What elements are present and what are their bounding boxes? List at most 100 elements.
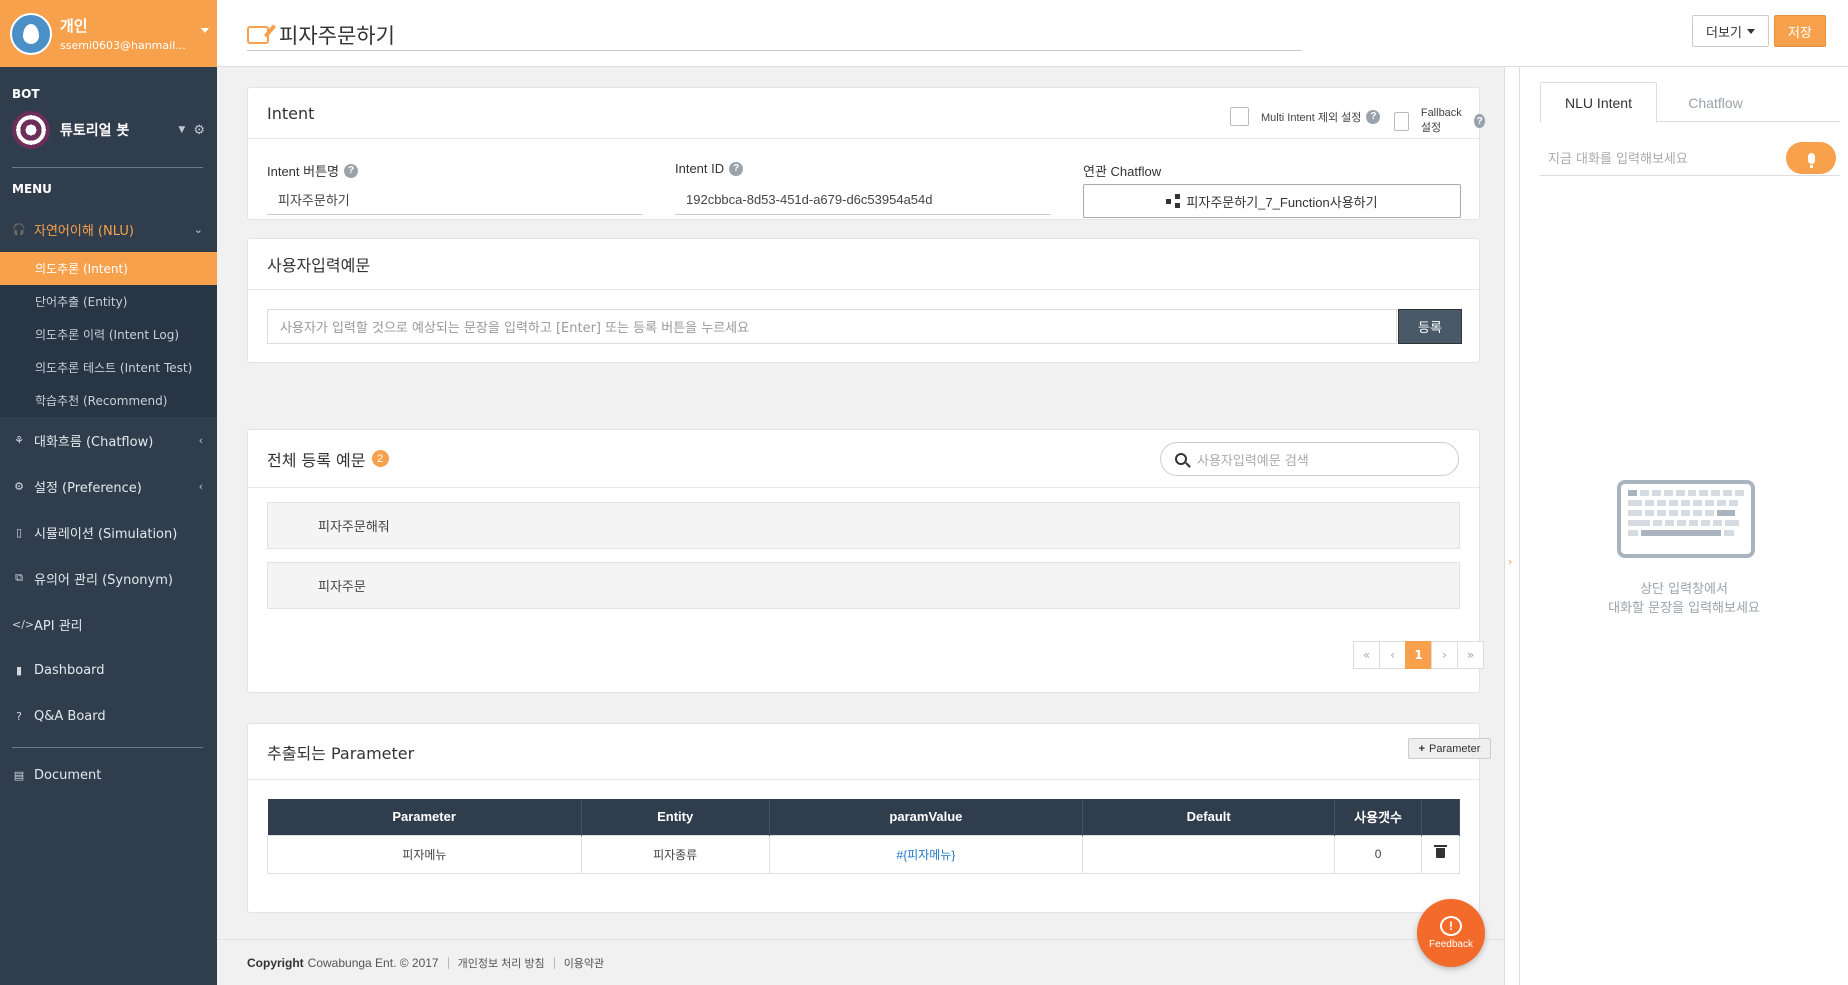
help-icon[interactable]: ? — [1474, 114, 1485, 128]
param-name-cell[interactable]: 피자메뉴 — [267, 834, 582, 874]
table-header-row: Parameter Entity paramValue Default 사용갯수 — [267, 799, 1460, 835]
count-badge: 2 — [371, 450, 389, 467]
list-item[interactable]: 피자주문 — [267, 562, 1460, 609]
related-chatflow-button[interactable]: 피자주문하기_7_Function사용하기 — [1083, 184, 1461, 218]
sidebar-item-intent[interactable]: 의도추론 (Intent) — [0, 252, 217, 285]
multi-intent-checkbox[interactable] — [1230, 107, 1249, 126]
main-content: Intent Multi Intent 제외 설정 ? Fallback 설정 … — [217, 67, 1504, 985]
column-header: Entity — [581, 799, 770, 835]
intent-card-header: Intent Multi Intent 제외 설정 ? Fallback 설정 … — [248, 88, 1485, 139]
plus-icon: + — [1418, 742, 1426, 755]
parameter-card-header: 추출되는 Parameter + Parameter — [248, 724, 1491, 780]
sidebar-item-label: Q&A Board — [34, 708, 106, 724]
chatflow-icon: ⚘ — [14, 433, 24, 447]
page-button[interactable]: 1 — [1405, 641, 1432, 669]
param-default-cell[interactable] — [1082, 834, 1336, 874]
last-page-button[interactable]: » — [1457, 641, 1484, 669]
sidebar-item-dashboard[interactable]: ▮ Dashboard — [0, 647, 217, 693]
sidebar-item-qna[interactable]: ? Q&A Board — [0, 693, 217, 739]
intent-id-input[interactable]: 192cbbca-8d53-451d-a679-d6c53954a54d — [675, 185, 1051, 215]
sidebar-divider — [12, 747, 203, 748]
page-title: 피자주문하기 — [279, 24, 395, 48]
privacy-link[interactable]: 개인정보 처리 방침 — [458, 955, 545, 971]
save-button[interactable]: 저장 — [1774, 15, 1826, 47]
sidebar-item-label: 자연어이해 (NLU) — [34, 223, 134, 239]
chat-input[interactable]: 지금 대화를 입력해보세요 — [1540, 140, 1840, 176]
sidebar-item-api[interactable]: </> API 관리 — [0, 601, 217, 647]
sidebar-item-entity[interactable]: 단어추출 (Entity) — [0, 285, 217, 318]
caret-down-icon[interactable] — [201, 28, 209, 33]
field-label-text: 연관 Chatflow — [1083, 164, 1162, 179]
footer-separator — [553, 956, 555, 969]
bot-selector[interactable]: 튜토리얼 봇 ▼ ⚙ — [0, 107, 217, 153]
add-parameter-button[interactable]: + Parameter — [1408, 738, 1491, 759]
parameter-table: Parameter Entity paramValue Default 사용갯수… — [267, 799, 1460, 874]
menu-section-label: MENU — [12, 182, 52, 196]
intent-button-name-input[interactable]: 피자주문하기 — [267, 185, 643, 215]
sidebar-item-label: Dashboard — [34, 662, 105, 678]
feedback-button[interactable]: ! Feedback — [1417, 899, 1485, 967]
sidebar-item-intent-log[interactable]: 의도추론 이력 (Intent Log) — [0, 318, 217, 351]
keyboard-row — [1628, 500, 1744, 506]
keyboard-row — [1628, 490, 1745, 496]
sidebar-item-synonym[interactable]: ⧉ 유의어 관리 (Synonym) — [0, 555, 217, 601]
column-header — [1421, 799, 1460, 835]
tab-chatflow[interactable]: Chatflow — [1657, 82, 1774, 123]
keyboard-row — [1628, 520, 1744, 526]
related-chatflow-label: 연관 Chatflow — [1083, 161, 1161, 180]
sidebar-item-document[interactable]: ▤ Document — [0, 752, 217, 798]
sidebar-item-label: Document — [34, 767, 102, 783]
bot-name: 튜토리얼 봇 — [60, 123, 130, 139]
panel-divider[interactable]: › — [1504, 67, 1520, 985]
next-page-button[interactable]: › — [1431, 641, 1458, 669]
all-utterances-header: 전체 등록 예문 2 사용자입력예문 검색 — [248, 430, 1479, 488]
panel-tabs: NLU Intent Chatflow — [1540, 82, 1840, 123]
sidebar: 개인 ssemi0603@hanmail... BOT 튜토리얼 봇 ▼ ⚙ M… — [0, 0, 217, 985]
chevron-left-icon: ‹ — [198, 433, 203, 447]
sidebar-item-recommend[interactable]: 학습추천 (Recommend) — [0, 384, 217, 417]
chevron-right-icon[interactable]: › — [1508, 555, 1512, 568]
help-icon[interactable]: ? — [1366, 109, 1381, 124]
tab-nlu-intent[interactable]: NLU Intent — [1540, 82, 1657, 123]
help-icon[interactable]: ? — [729, 161, 744, 176]
multi-intent-option: Multi Intent 제외 설정 ? — [1230, 107, 1381, 126]
nlu-submenu: 의도추론 (Intent) 단어추출 (Entity) 의도추론 이력 (Int… — [0, 252, 217, 417]
utterance-input[interactable]: 사용자가 입력할 것으로 예상되는 문장을 입력하고 [Enter] 또는 등록… — [267, 309, 1397, 344]
card-title: Intent — [267, 103, 315, 123]
more-label: 더보기 — [1706, 24, 1742, 40]
help-icon[interactable]: ? — [344, 163, 359, 178]
caret-down-icon — [1746, 28, 1755, 34]
sidebar-item-nlu[interactable]: 🎧 자연어이해 (NLU) ⌄ — [0, 206, 217, 252]
fallback-option: Fallback 설정 ? — [1394, 107, 1485, 135]
register-button[interactable]: 등록 — [1398, 309, 1462, 344]
utterance-card-header: 사용자입력예문 — [248, 239, 1479, 290]
sidebar-item-chatflow[interactable]: ⚘ 대화흐름 (Chatflow) ‹ — [0, 417, 217, 463]
mic-button[interactable] — [1786, 142, 1836, 174]
fallback-checkbox[interactable] — [1394, 111, 1409, 131]
utterance-search-input[interactable]: 사용자입력예문 검색 — [1160, 442, 1459, 476]
gear-icon[interactable]: ⚙ — [193, 123, 205, 138]
utterance-input-card: 사용자입력예문 사용자가 입력할 것으로 예상되는 문장을 입력하고 [Ente… — [247, 238, 1480, 363]
trash-icon[interactable] — [1434, 845, 1447, 858]
code-icon: </> — [12, 617, 35, 631]
list-item[interactable]: 피자주문해줘 — [267, 502, 1460, 549]
user-profile[interactable]: 개인 ssemi0603@hanmail... — [0, 0, 217, 67]
sidebar-item-preference[interactable]: ⚙ 설정 (Preference) ‹ — [0, 463, 217, 509]
prev-page-button[interactable]: ‹ — [1379, 641, 1406, 669]
chevron-down-icon: ⌄ — [193, 222, 203, 236]
param-entity-cell[interactable]: 피자종류 — [580, 834, 770, 874]
column-header: paramValue — [769, 799, 1084, 835]
param-value-cell[interactable]: #{피자메뉴} — [768, 834, 1084, 874]
caret-down-icon[interactable]: ▼ — [178, 125, 185, 135]
fallback-label: Fallback 설정 — [1420, 107, 1462, 134]
terms-link[interactable]: 이용약관 — [564, 955, 604, 971]
sidebar-item-simulation[interactable]: ▯ 시뮬레이션 (Simulation) — [0, 509, 217, 555]
first-page-button[interactable]: « — [1353, 641, 1380, 669]
exclamation-icon: ! — [1440, 916, 1462, 936]
sidebar-item-intent-test[interactable]: 의도추론 테스트 (Intent Test) — [0, 351, 217, 384]
keyboard-row — [1628, 510, 1744, 516]
param-count-cell: 0 — [1334, 834, 1422, 874]
column-header: Parameter — [267, 799, 582, 835]
title-field[interactable]: 피자주문하기 — [247, 20, 1302, 51]
more-dropdown-button[interactable]: 더보기 — [1692, 15, 1769, 47]
